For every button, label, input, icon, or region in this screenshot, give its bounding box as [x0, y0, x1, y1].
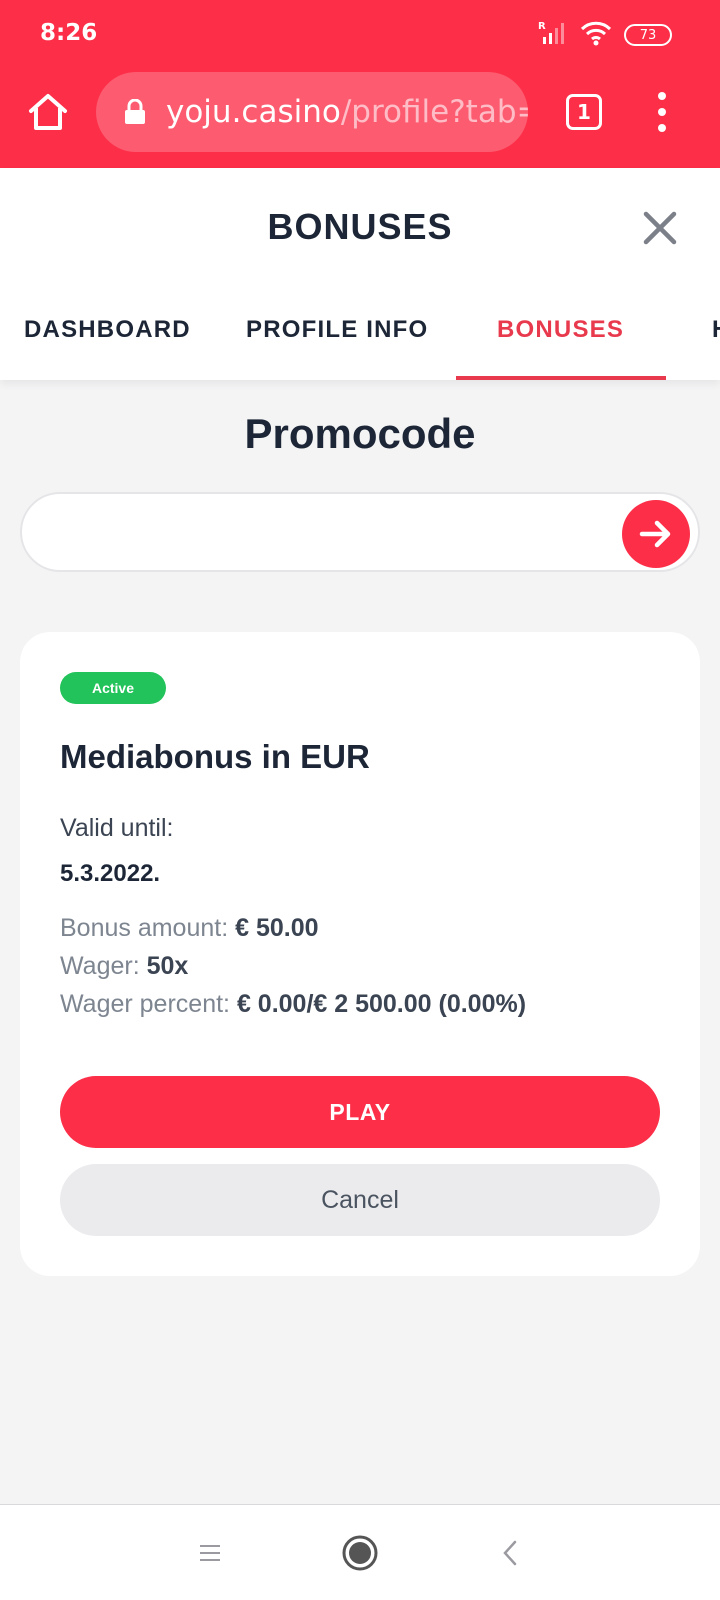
- wager-percent-label: Wager percent:: [60, 990, 230, 1018]
- menu-dot: [658, 92, 666, 100]
- profile-header: BONUSES DASHBOARD PROFILE INFO BONUSES H: [0, 168, 720, 380]
- url-path: /profile?tab=: [340, 94, 528, 130]
- recent-apps-button[interactable]: [190, 1533, 230, 1573]
- tab-bonuses[interactable]: BONUSES: [497, 316, 624, 344]
- bonus-amount-line: Bonus amount: € 50.00: [60, 914, 319, 943]
- browser-chrome: 8:26 R 73 yoju.casino/profile?tab= 1: [0, 0, 720, 168]
- status-badge: Active: [60, 672, 166, 704]
- address-bar[interactable]: yoju.casino/profile?tab=: [96, 72, 528, 152]
- signal-icon: R: [538, 20, 568, 51]
- arrow-right-icon: [639, 520, 671, 548]
- tab-profile-info[interactable]: PROFILE INFO: [246, 316, 428, 344]
- close-button[interactable]: [640, 208, 680, 248]
- tab-history[interactable]: H: [712, 316, 720, 344]
- url-text: yoju.casino/profile?tab=: [166, 94, 528, 130]
- wager-value: 50x: [146, 952, 189, 980]
- battery-level: 73: [639, 27, 657, 43]
- system-navigation-bar: [0, 1504, 720, 1600]
- wager-percent-value: € 0.00/€ 2 500.00 (0.00%): [236, 990, 527, 1018]
- home-circle-icon: [342, 1535, 378, 1571]
- promocode-input[interactable]: [20, 492, 700, 572]
- tab-switcher-button[interactable]: 1: [566, 94, 602, 130]
- home-nav-button[interactable]: [338, 1533, 382, 1573]
- status-icons: R 73: [538, 20, 672, 50]
- svg-text:R: R: [538, 21, 546, 32]
- active-tab-indicator: [456, 376, 666, 380]
- wager-percent-line: Wager percent: € 0.00/€ 2 500.00 (0.00%): [60, 990, 526, 1019]
- menu-dot: [658, 108, 666, 116]
- bonus-name: Mediabonus in EUR: [60, 738, 370, 775]
- home-icon: [29, 94, 67, 130]
- menu-dot: [658, 124, 666, 132]
- cancel-button[interactable]: Cancel: [60, 1164, 660, 1236]
- wifi-icon: [580, 20, 612, 51]
- play-button[interactable]: PLAY: [60, 1076, 660, 1148]
- valid-until-label: Valid until:: [60, 814, 174, 842]
- overflow-menu-button[interactable]: [650, 92, 674, 132]
- wager-line: Wager: 50x: [60, 952, 188, 981]
- bonus-amount-label: Bonus amount:: [60, 914, 229, 942]
- promocode-title: Promocode: [244, 410, 476, 457]
- home-button[interactable]: [24, 88, 72, 136]
- bonus-card: Active Mediabonus in EUR Valid until: 5.…: [20, 632, 700, 1276]
- back-chevron-icon: [503, 1540, 517, 1566]
- status-time: 8:26: [40, 20, 98, 46]
- lock-icon: [124, 99, 146, 125]
- back-nav-button[interactable]: [490, 1533, 530, 1573]
- valid-until-date: 5.3.2022.: [60, 860, 161, 887]
- page-title: BONUSES: [267, 206, 453, 247]
- tab-dashboard[interactable]: DASHBOARD: [24, 316, 191, 344]
- battery-icon: 73: [624, 24, 672, 46]
- wager-label: Wager:: [60, 952, 140, 980]
- close-icon: [643, 211, 677, 245]
- url-domain: yoju.casino: [166, 94, 341, 130]
- menu-lines-icon: [200, 1545, 220, 1561]
- promocode-submit-button[interactable]: [622, 500, 690, 568]
- bonus-amount-value: € 50.00: [235, 914, 319, 942]
